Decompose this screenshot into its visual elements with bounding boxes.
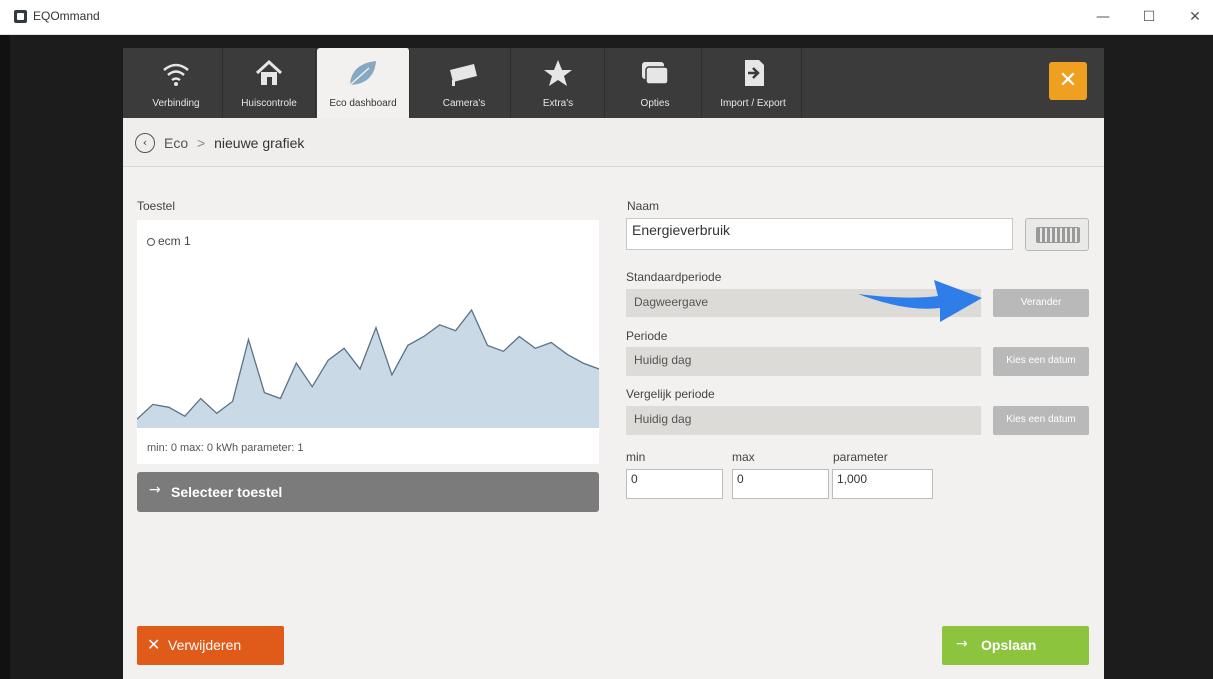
parameter-label: parameter [833, 450, 888, 464]
camera-icon [450, 64, 477, 86]
close-icon[interactable]: ✕ [1049, 62, 1087, 100]
star-icon [544, 60, 572, 86]
device-name: ecm 1 [147, 234, 191, 248]
tab-label: Verbinding [152, 98, 200, 109]
minimize-button[interactable]: — [1088, 6, 1118, 28]
compare-period-field[interactable]: Huidig dag [626, 406, 981, 435]
wifi-icon [163, 63, 189, 86]
chart-summary: min: 0 max: 0 kWh parameter: 1 [147, 442, 304, 454]
delete-button[interactable]: ✕ Verwijderen [137, 626, 284, 665]
parameter-input[interactable]: 1,000 [832, 469, 933, 499]
options-icon [642, 62, 669, 85]
min-label: min [626, 450, 646, 464]
background-edge [0, 35, 10, 679]
device-dot-icon [147, 237, 155, 246]
keyboard-icon [1036, 227, 1080, 243]
breadcrumb-root[interactable]: Eco [164, 135, 188, 151]
breadcrumb-separator: > [197, 135, 206, 151]
period-field[interactable]: Huidig dag [626, 347, 981, 376]
window-title: EQOmmand [33, 9, 100, 23]
pick-compare-date-button[interactable]: Kies een datum [993, 406, 1089, 435]
arrow-right-icon: → [149, 482, 161, 498]
annotation-arrow-icon [858, 280, 982, 322]
name-input[interactable]: Energieverbruik [626, 218, 1013, 250]
breadcrumb-current: nieuwe grafiek [214, 135, 305, 151]
period-label: Periode [626, 329, 668, 343]
tab-label: Extra's [542, 98, 574, 109]
tab-huiscontrole[interactable]: Huiscontrole [223, 48, 316, 118]
min-input[interactable]: 0 [626, 469, 723, 499]
tab-opties[interactable]: Opties [609, 48, 702, 118]
back-button[interactable]: ‹ [135, 133, 155, 153]
app-icon [14, 10, 27, 23]
save-label: Opslaan [981, 637, 1037, 653]
import-export-icon [745, 60, 764, 86]
leaf-icon [349, 61, 376, 86]
change-button[interactable]: Verander [993, 289, 1089, 317]
tab-import-export[interactable]: Import / Export [705, 48, 802, 118]
delete-label: Verwijderen [168, 637, 242, 653]
app-panel: Verbinding Huiscontrole Eco dashboard Ca… [123, 48, 1104, 679]
chart-preview: ecm 1 min: 0 max: 0 kWh parameter: 1 [137, 220, 599, 464]
compare-period-label: Vergelijk periode [626, 387, 715, 401]
tab-extras[interactable]: Extra's [512, 48, 605, 118]
keyboard-button[interactable] [1025, 218, 1089, 251]
arrow-right-icon: → [956, 636, 968, 652]
chart-area [137, 310, 599, 428]
select-device-button[interactable]: → Selecteer toestel [137, 472, 599, 512]
tab-verbinding[interactable]: Verbinding [130, 48, 223, 118]
maximize-button[interactable]: ☐ [1134, 6, 1164, 28]
device-label: Toestel [137, 199, 176, 213]
name-label: Naam [627, 199, 660, 213]
max-input[interactable]: 0 [732, 469, 829, 499]
max-label: max [732, 450, 755, 464]
save-button[interactable]: → Opslaan [942, 626, 1089, 665]
tab-cameras[interactable]: Camera's [418, 48, 511, 118]
tab-label: Import / Export [720, 98, 786, 109]
tab-label: Opties [640, 98, 670, 109]
pick-date-button[interactable]: Kies een datum [993, 347, 1089, 376]
select-device-label: Selecteer toestel [171, 484, 283, 500]
energy-chart [137, 308, 599, 428]
window-titlebar: EQOmmand — ☐ ✕ [0, 0, 1213, 35]
tab-label: Huiscontrole [241, 98, 297, 109]
breadcrumb: Eco > nieuwe grafiek [164, 135, 304, 151]
std-period-label: Standaardperiode [626, 270, 722, 284]
tab-eco-dashboard[interactable]: Eco dashboard [317, 48, 410, 118]
tab-label: Eco dashboard [329, 98, 397, 109]
top-navigation: Verbinding Huiscontrole Eco dashboard Ca… [123, 48, 1104, 118]
home-icon [255, 59, 283, 85]
tab-label: Camera's [442, 98, 486, 109]
close-icon: ✕ [147, 635, 161, 654]
window-close-button[interactable]: ✕ [1180, 6, 1210, 28]
